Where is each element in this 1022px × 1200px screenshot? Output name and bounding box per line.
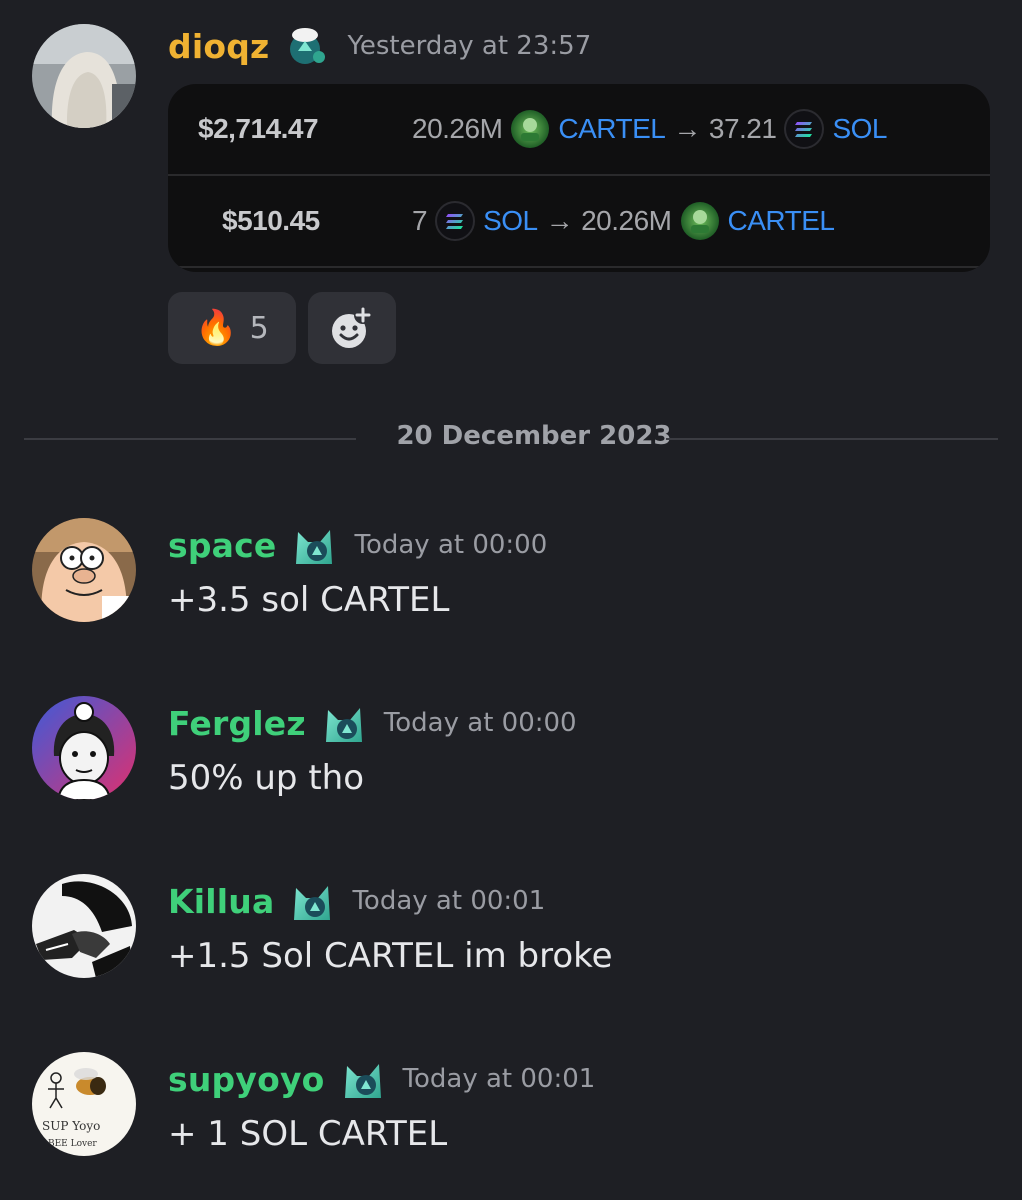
- username[interactable]: space: [168, 526, 276, 565]
- cat-badge-icon: [322, 702, 366, 744]
- date-divider-label: 20 December 2023: [396, 421, 672, 451]
- trade-amount-out: 20.26M: [581, 205, 672, 236]
- reaction-fire[interactable]: 🔥 5: [168, 292, 296, 364]
- trade-amount-in: 7: [412, 205, 428, 236]
- cat-badge-icon: [292, 524, 336, 566]
- svg-text:BEE Lover: BEE Lover: [48, 1139, 97, 1149]
- chef-hat-badge-icon: [285, 25, 329, 67]
- divider-line: [24, 438, 356, 440]
- message-content: + 1 SOL CARTEL: [168, 1114, 448, 1154]
- message-ferglez: Ferglez Today at 00:00 50% up tho: [0, 678, 1022, 828]
- message-content: 50% up tho: [168, 758, 364, 798]
- cartel-coin-icon: [680, 201, 720, 241]
- cat-badge-icon: [290, 880, 334, 922]
- message-content: +1.5 Sol CARTEL im broke: [168, 936, 613, 976]
- arrow-right-icon: →: [673, 113, 701, 144]
- divider-line: [666, 438, 998, 440]
- trade-usd-value: $510.45: [222, 205, 320, 236]
- avatar[interactable]: [32, 696, 136, 800]
- message-dioqz: dioqz Yesterday at 23:57 $2,714.47 20.26…: [0, 0, 1022, 380]
- arrow-right-icon: →: [545, 205, 574, 236]
- trade-embed: $2,714.47 20.26M CARTEL → 37.21 SOL $510…: [168, 84, 990, 272]
- timestamp: Today at 00:00: [354, 530, 548, 560]
- avatar[interactable]: [32, 874, 136, 978]
- message-supyoyo: SUP Yoyo BEE Lover supyoyo Today at 00:0…: [0, 1034, 1022, 1184]
- add-reaction-icon: [332, 306, 372, 348]
- trade-amount-out: 37.21: [708, 113, 777, 144]
- message-space: space Today at 00:00 +3.5 sol CARTEL: [0, 500, 1022, 650]
- username[interactable]: dioqz: [168, 27, 269, 66]
- reactions-bar: 🔥 5: [168, 292, 396, 364]
- sol-coin-icon: [435, 201, 476, 241]
- avatar[interactable]: [32, 24, 136, 128]
- fire-emoji-icon: 🔥: [195, 308, 238, 348]
- trade-row: $510.45 7 SOL → 20.26M CARTEL: [168, 176, 990, 268]
- username[interactable]: Ferglez: [168, 704, 306, 743]
- date-divider: 20 December 2023: [24, 421, 998, 451]
- sol-coin-icon: [784, 109, 825, 149]
- cat-badge-icon: [341, 1058, 385, 1100]
- add-reaction-button[interactable]: [308, 292, 396, 364]
- trade-row: $2,714.47 20.26M CARTEL → 37.21 SOL: [168, 84, 990, 176]
- timestamp: Today at 00:00: [383, 708, 577, 738]
- message-content: +3.5 sol CARTEL: [168, 580, 450, 620]
- cartel-coin-icon: [510, 109, 550, 149]
- message-killua: Killua Today at 00:01 +1.5 Sol CARTEL im…: [0, 856, 1022, 1006]
- trade-token-out[interactable]: CARTEL: [728, 205, 835, 237]
- trade-usd-value: $2,714.47: [198, 113, 319, 144]
- trade-token-in[interactable]: CARTEL: [558, 113, 665, 145]
- username[interactable]: supyoyo: [168, 1060, 325, 1099]
- trade-token-in[interactable]: SOL: [483, 205, 538, 237]
- trade-amount-in: 20.26M: [412, 113, 503, 144]
- trade-token-out[interactable]: SOL: [832, 113, 887, 145]
- avatar[interactable]: SUP Yoyo BEE Lover: [32, 1052, 136, 1156]
- avatar[interactable]: [32, 518, 136, 622]
- username[interactable]: Killua: [168, 882, 274, 921]
- svg-text:SUP Yoyo: SUP Yoyo: [42, 1119, 100, 1133]
- timestamp: Today at 00:01: [352, 886, 546, 916]
- timestamp: Today at 00:01: [402, 1064, 596, 1094]
- timestamp: Yesterday at 23:57: [347, 31, 592, 61]
- reaction-count: 5: [249, 310, 269, 346]
